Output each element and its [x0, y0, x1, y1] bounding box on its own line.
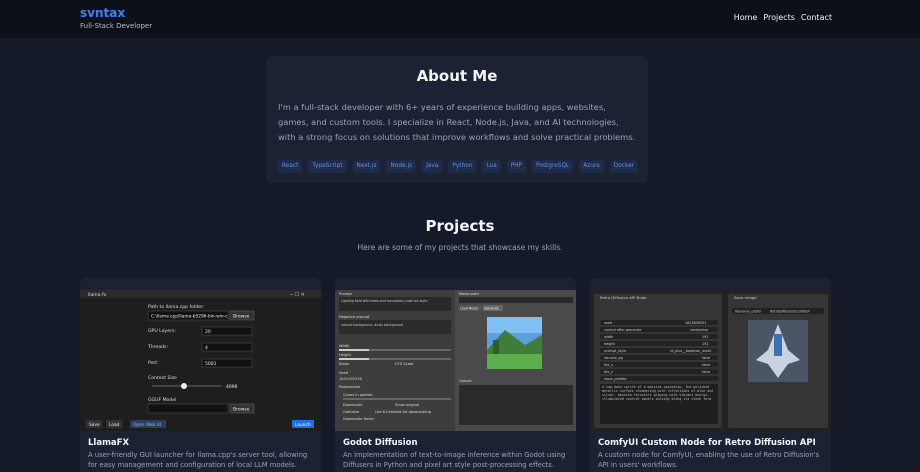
svg-text:Downscale: Downscale: [343, 403, 363, 407]
llamafx-screenshot: llama-fx ─ ☐ ✕ Path to llama.cpp folder:…: [80, 290, 321, 431]
projects-subtitle: Here are some of my projects that showca…: [357, 243, 563, 252]
godot-diffusion-screenshot: Prompt Lighting field with trees and mou…: [335, 290, 576, 431]
project-card-comfyui-retro-diffusion[interactable]: Retro Diffusion API Node seed 1823836591…: [590, 278, 831, 472]
about-title: About Me: [416, 67, 498, 85]
svg-text:Threads:: Threads:: [147, 344, 168, 350]
svg-text:Height: Height: [339, 353, 351, 357]
svg-text:Load Model: Load Model: [460, 307, 478, 311]
svg-text:GPU Layers:: GPU Layers:: [148, 328, 176, 334]
svg-text:Load: Load: [109, 422, 120, 428]
svg-text:tile_x: tile_x: [604, 363, 613, 367]
svg-text:Retro Diffusion API Node: Retro Diffusion API Node: [600, 295, 647, 300]
svg-text:C:\llama.cpp\llama-b5296-bin-w: C:\llama.cpp\llama-b5296-bin-win-c: [151, 314, 228, 320]
tag-lua: Lua: [482, 160, 501, 173]
project-description: An implementation of text-to-image infer…: [343, 451, 566, 469]
tag-nextjs: Next.js: [352, 160, 381, 173]
svg-text:20: 20: [205, 329, 211, 335]
svg-text:Lighting field with trees and: Lighting field with trees and mountains,…: [341, 299, 427, 303]
svg-text:Seed: Seed: [339, 371, 348, 375]
about-section: About Me I'm a full-stack developer with…: [266, 56, 648, 183]
svg-text:width: width: [604, 335, 613, 339]
svg-text:Show original: Show original: [395, 403, 419, 407]
svg-text:─ ☐ ✕: ─ ☐ ✕: [289, 292, 305, 298]
svg-text:192: 192: [702, 335, 708, 339]
svg-text:1823836591: 1823836591: [685, 321, 707, 325]
nav-contact-link[interactable]: Contact: [801, 13, 832, 22]
svg-text:Path to llama.cpp folder:: Path to llama.cpp folder:: [148, 304, 205, 310]
about-text: I'm a full-stack developer with 6+ years…: [278, 102, 636, 142]
svg-text:Browse: Browse: [233, 314, 250, 320]
svg-text:Port:: Port:: [148, 360, 159, 366]
project-title[interactable]: Godot Diffusion: [343, 438, 418, 448]
tag-python: Python: [448, 160, 477, 173]
svg-text:5001: 5001: [205, 361, 217, 367]
site-header: svntax Full-Stack Developer Home Project…: [0, 0, 920, 38]
svg-text:prompt_style: prompt_style: [604, 349, 626, 353]
svg-text:Postprocess: Postprocess: [339, 385, 360, 389]
project-title[interactable]: ComfyUI Custom Node for Retro Diffusion …: [598, 438, 816, 448]
svg-text:Prompt: Prompt: [339, 292, 352, 296]
tag-docker: Docker: [609, 160, 639, 173]
tag-postgresql: PostgreSQL: [532, 160, 574, 173]
svg-text:Width: Width: [339, 344, 349, 348]
svg-text:Model path: Model path: [459, 292, 479, 296]
svg-text:Generate: Generate: [484, 307, 499, 311]
tag-typescript: TypeScript: [308, 160, 347, 173]
svg-text:control after generate: control after generate: [604, 328, 641, 332]
svg-text:Save Image: Save Image: [734, 295, 757, 300]
svg-text:Browse: Browse: [233, 407, 250, 413]
svg-text:Use K-Centroid for downscaling: Use K-Centroid for downscaling: [375, 410, 431, 414]
nav-home-link[interactable]: Home: [734, 13, 758, 22]
svg-text:Save: Save: [89, 422, 100, 428]
svg-text:192: 192: [702, 342, 708, 346]
project-title[interactable]: LlamaFX: [88, 438, 129, 448]
svg-text:Optimize: Optimize: [343, 410, 360, 414]
comfyui-screenshot: Retro Diffusion API Node seed 1823836591…: [590, 290, 831, 431]
main-nav: Home Projects Contact: [734, 13, 832, 22]
brand-name[interactable]: svntax: [80, 6, 152, 20]
svg-text:Output: Output: [459, 379, 472, 383]
nav-projects-link[interactable]: Projects: [763, 13, 795, 22]
svg-text:false: false: [702, 356, 710, 360]
tag-nodejs: Node.js: [386, 160, 417, 173]
svg-text:randomize: randomize: [690, 328, 708, 332]
tag-java: Java: [422, 160, 443, 173]
window-title: llama-fx: [88, 292, 107, 298]
svg-text:Launch: Launch: [295, 422, 311, 428]
tag-php: PHP: [506, 160, 527, 173]
projects-title: Projects: [425, 217, 495, 235]
project-card-llamafx[interactable]: llama-fx ─ ☐ ✕ Path to llama.cpp folder:…: [80, 278, 321, 472]
tag-react: React: [278, 160, 303, 173]
brand-subtitle: Full-Stack Developer: [80, 22, 153, 30]
brand[interactable]: svntax Full-Stack Developer: [80, 6, 152, 30]
project-card-godot-diffusion[interactable]: Prompt Lighting field with trees and mou…: [335, 278, 576, 472]
svg-text:Downscale factor: Downscale factor: [343, 417, 375, 421]
svg-text:rd_plus__topdown_asset: rd_plus__topdown_asset: [670, 349, 712, 353]
svg-text:Colors in palette: Colors in palette: [343, 393, 373, 397]
svg-text:CFG Scale: CFG Scale: [395, 362, 414, 366]
svg-text:Context Size: Context Size: [148, 375, 177, 381]
svg-text:tile_y: tile_y: [604, 370, 613, 374]
svg-text:1841269236: 1841269236: [339, 377, 363, 381]
skill-tags: React TypeScript Next.js Node.js Java Py…: [278, 160, 639, 173]
svg-text:input_palette: input_palette: [604, 377, 626, 381]
svg-text:filename_prefix: filename_prefix: [735, 310, 761, 314]
svg-text:height: height: [604, 342, 615, 346]
svg-text:Negative prompt: Negative prompt: [339, 315, 370, 319]
svg-text:RetroDiffusion/ComfyUI: RetroDiffusion/ComfyUI: [770, 310, 810, 314]
tag-azure: Azure: [579, 160, 604, 173]
svg-text:4: 4: [205, 345, 208, 351]
svg-text:false: false: [702, 363, 710, 367]
svg-text:natural background, dusty back: natural background, dusty background: [341, 323, 403, 327]
project-description: A custom node for ComfyUI, enabling the …: [598, 451, 820, 469]
svg-text:false: false: [702, 370, 710, 374]
svg-text:GGUF Model: GGUF Model: [148, 397, 176, 403]
svg-text:Steps: Steps: [339, 362, 349, 366]
svg-text:seed: seed: [604, 321, 612, 325]
svg-text:4096: 4096: [226, 384, 238, 390]
svg-text:Open Web UI: Open Web UI: [133, 422, 161, 428]
project-description: A user-friendly GUI launcher for llama.c…: [88, 451, 308, 469]
svg-text:remove_bg: remove_bg: [604, 356, 623, 360]
